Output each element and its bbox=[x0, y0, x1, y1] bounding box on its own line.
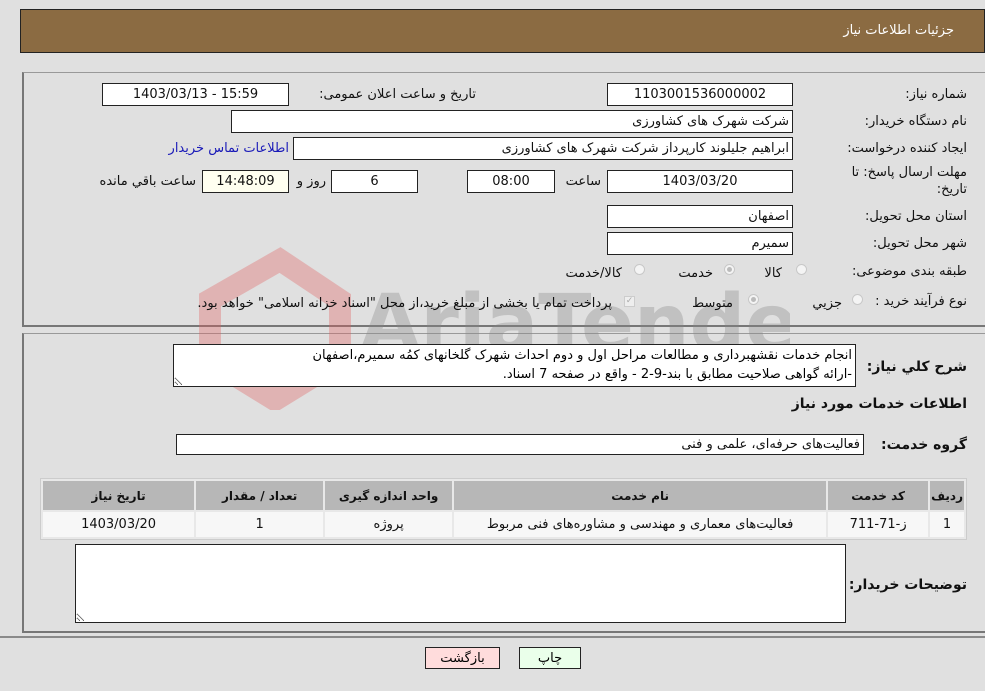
back-button[interactable]: بازگشت bbox=[425, 647, 500, 669]
cell-unit: پروژه bbox=[325, 512, 453, 537]
purchase-type-radio-minor[interactable] bbox=[852, 294, 863, 305]
cell-service-code: ز-71-711 bbox=[828, 512, 929, 537]
city-field: سمیرم bbox=[607, 232, 793, 255]
deadline-time-field: 08:00 bbox=[467, 170, 555, 193]
purchase-type-label: نوع فرآیند خرید : bbox=[875, 294, 967, 309]
buyer-contact-link[interactable]: اطلاعات تماس خریدار bbox=[169, 141, 289, 156]
col-header-service-code: کد خدمت bbox=[828, 481, 929, 510]
days-remaining-field: 6 bbox=[331, 170, 418, 193]
category-radio-goods-service[interactable] bbox=[634, 264, 645, 275]
deadline-time-label: ساعت bbox=[565, 174, 601, 189]
purchase-type-option-minor: جزيي bbox=[812, 296, 842, 311]
cell-row-number: 1 bbox=[930, 512, 964, 537]
category-label: طبقه بندی موضوعی: bbox=[851, 264, 967, 279]
description-textarea[interactable]: انجام خدمات نقشهبرداری و مطالعات مراحل ا… bbox=[173, 344, 856, 387]
requester-field: ابراهیم جلیلوند کارپرداز شرکت شهرک های ک… bbox=[293, 137, 793, 160]
requester-label: ایجاد کننده درخواست: bbox=[847, 141, 967, 156]
need-number-field: 1103001536000002 bbox=[607, 83, 793, 106]
services-section-title: اطلاعات خدمات مورد نیاز bbox=[791, 396, 967, 412]
time-remaining-field: 14:48:09 bbox=[202, 170, 289, 193]
col-header-quantity: تعداد / مقدار bbox=[196, 481, 324, 510]
announce-datetime-field: 1403/03/13 - 15:59 bbox=[102, 83, 289, 106]
province-field: اصفهان bbox=[607, 205, 793, 228]
category-option-goods-service: کالا/خدمت bbox=[565, 266, 622, 281]
cell-quantity: 1 bbox=[196, 512, 324, 537]
category-radio-service[interactable] bbox=[724, 264, 735, 275]
services-table: ردیف کد خدمت نام خدمت واحد اندازه گیری ت… bbox=[40, 478, 967, 540]
deadline-date-field: 1403/03/20 bbox=[607, 170, 793, 193]
cell-need-date: 1403/03/20 bbox=[43, 512, 195, 537]
category-radio-goods[interactable] bbox=[796, 264, 807, 275]
print-button[interactable]: چاپ bbox=[519, 647, 581, 669]
purchase-type-option-medium: متوسط bbox=[692, 296, 733, 311]
col-header-unit: واحد اندازه گیری bbox=[325, 481, 453, 510]
deadline-label: مهلت ارسال پاسخ: تا تاریخ: bbox=[851, 165, 967, 197]
table-row: 1 ز-71-711 فعالیت‌های معماری و مهندسی و … bbox=[43, 512, 964, 537]
days-and-label: روز و bbox=[296, 174, 326, 189]
page-header: جزئیات اطلاعات نیاز bbox=[20, 9, 985, 53]
province-label: استان محل تحویل: bbox=[865, 209, 967, 224]
treasury-checkbox[interactable]: ✓ bbox=[624, 296, 635, 307]
need-number-label: شماره نیاز: bbox=[905, 87, 967, 102]
col-header-need-date: تاریخ نیاز bbox=[43, 481, 195, 510]
footer-divider bbox=[0, 636, 985, 638]
purchase-type-radio-medium[interactable] bbox=[748, 294, 759, 305]
buyer-org-label: نام دستگاه خریدار: bbox=[864, 114, 967, 129]
buyer-notes-textarea[interactable] bbox=[75, 544, 846, 623]
table-header-row: ردیف کد خدمت نام خدمت واحد اندازه گیری ت… bbox=[43, 481, 964, 510]
page-title: جزئیات اطلاعات نیاز bbox=[843, 23, 954, 38]
cell-service-name: فعالیت‌های معماری و مهندسی و مشاوره‌های … bbox=[454, 512, 827, 537]
category-option-service: خدمت bbox=[678, 266, 713, 281]
col-header-row-number: ردیف bbox=[930, 481, 964, 510]
announce-datetime-label: تاریخ و ساعت اعلان عمومی: bbox=[319, 87, 476, 102]
category-option-goods: کالا bbox=[764, 266, 782, 281]
city-label: شهر محل تحویل: bbox=[872, 236, 967, 251]
treasury-note: پرداخت تمام یا بخشی از مبلغ خرید،از محل … bbox=[197, 296, 612, 311]
service-group-label: گروه خدمت: bbox=[881, 437, 967, 453]
description-label: شرح كلي نياز: bbox=[866, 359, 967, 375]
buyer-org-field: شرکت شهرک های کشاورزی bbox=[231, 110, 793, 133]
buyer-notes-label: توضیحات خریدار: bbox=[848, 577, 967, 593]
col-header-service-name: نام خدمت bbox=[454, 481, 827, 510]
service-group-field: فعالیت‌های حرفه‌ای، علمی و فنی bbox=[176, 434, 864, 455]
time-remaining-label: ساعت باقي مانده bbox=[99, 174, 196, 189]
